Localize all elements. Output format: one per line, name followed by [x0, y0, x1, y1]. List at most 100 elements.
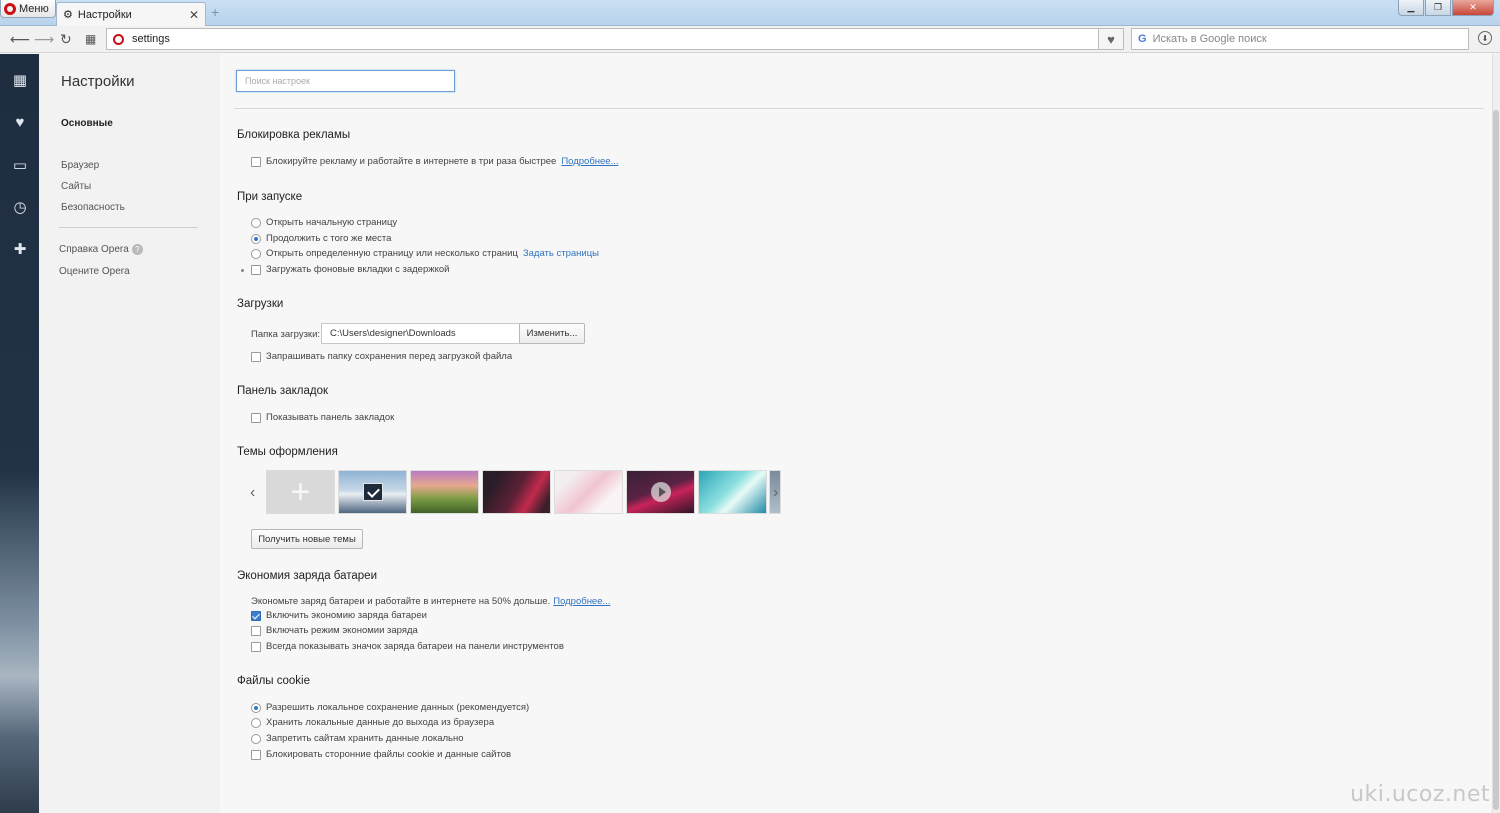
tab-settings[interactable]: ⚙ Настройки ✕ — [56, 2, 206, 26]
battery-mode-checkbox[interactable] — [251, 625, 261, 636]
battery-row-1: Включить экономию заряда батареи — [251, 610, 427, 621]
third-party-cookies-checkbox[interactable] — [251, 749, 261, 760]
themes-next-icon[interactable]: › — [773, 484, 778, 502]
battery-icon-label: Всегда показывать значок заряда батареи … — [266, 641, 564, 652]
adblock-label: Блокируйте рекламу и работайте в интерне… — [266, 156, 557, 167]
change-folder-button[interactable]: Изменить... — [519, 323, 585, 344]
cookies-label-block: Запретить сайтам хранить данные локально — [266, 733, 464, 744]
section-title-downloads: Загрузки — [237, 298, 284, 310]
get-themes-button[interactable]: Получить новые темы — [251, 529, 363, 549]
reload-icon[interactable]: ↻ — [60, 31, 72, 48]
extensions-puzzle-icon[interactable]: ✚ — [10, 240, 30, 260]
startup-row-4: Загружать фоновые вкладки с задержкой — [251, 264, 449, 275]
delay-tabs-label: Загружать фоновые вкладки с задержкой — [266, 264, 450, 275]
adblock-checkbox[interactable] — [251, 156, 261, 167]
scrollbar-thumb[interactable] — [1493, 110, 1499, 810]
nav-item-security[interactable]: Безопасность — [61, 202, 125, 213]
theme-thumb[interactable] — [482, 470, 551, 514]
delay-tabs-checkbox[interactable] — [251, 264, 261, 275]
bookmarks-bar-label: Показывать панель закладок — [266, 412, 395, 423]
theme-thumb-selected[interactable] — [338, 470, 407, 514]
help-label: Справка Opera — [59, 244, 129, 256]
devices-icon[interactable]: ▭ — [10, 156, 30, 176]
opera-page-icon — [113, 33, 124, 45]
speed-dial-sidebar-icon[interactable]: ▦ — [10, 71, 30, 91]
new-tab-button[interactable]: + — [211, 4, 219, 20]
set-pages-link[interactable]: Задать страницы — [523, 248, 599, 259]
settings-search-input[interactable]: Поиск настроек — [236, 70, 455, 92]
bookmark-heart-icon[interactable]: ♥ — [1099, 28, 1124, 50]
watermark: uki.ucoz.net — [1350, 782, 1490, 807]
adblock-row: Блокируйте рекламу и работайте в интерне… — [251, 156, 619, 167]
startup-radio-home[interactable] — [251, 217, 261, 228]
cookies-radio-session[interactable] — [251, 717, 261, 728]
question-icon: ? — [131, 244, 143, 255]
battery-more-link[interactable]: Подробнее... — [553, 596, 610, 607]
battery-mode-label: Включать режим экономии заряда — [266, 625, 418, 636]
section-title-themes: Темы оформления — [237, 446, 338, 458]
theme-thumb[interactable] — [698, 470, 767, 514]
theme-thumb[interactable] — [410, 470, 479, 514]
scrollbar[interactable] — [1492, 54, 1500, 813]
settings-search-placeholder: Поиск настроек — [245, 76, 310, 86]
speed-dial-icon[interactable]: ▦ — [85, 32, 96, 46]
nav-item-browser[interactable]: Браузер — [61, 160, 99, 171]
menu-label: Меню — [19, 2, 49, 15]
nav-divider — [59, 227, 198, 228]
startup-row-1: Открыть начальную страницу — [251, 217, 397, 228]
cookies-row-2: Хранить локальные данные до выхода из бр… — [251, 717, 494, 728]
bookmarks-heart-icon[interactable]: ♥ — [10, 113, 30, 133]
startup-radio-continue[interactable] — [251, 233, 261, 244]
cookies-radio-allow[interactable] — [251, 702, 261, 713]
download-folder-field[interactable]: C:\Users\designer\Downloads — [321, 323, 520, 344]
battery-desc: Экономьте заряд батареи и работайте в ин… — [251, 596, 551, 607]
sidebar: ▦ ♥ ▭ ◷ ✚ — [0, 54, 39, 813]
address-bar[interactable]: settings — [106, 28, 1099, 50]
cookies-radio-block[interactable] — [251, 733, 261, 744]
ask-folder-checkbox[interactable] — [251, 351, 261, 362]
theme-thumb-video[interactable] — [626, 470, 695, 514]
close-window-button[interactable]: ✕ — [1452, 0, 1494, 16]
cookies-row-1: Разрешить локальное сохранение данных (р… — [251, 702, 529, 713]
section-title-cookies: Файлы cookie — [237, 675, 310, 687]
section-title-startup: При запуске — [237, 191, 303, 203]
nav-item-rate[interactable]: Оцените Opera — [59, 266, 130, 277]
window-controls: ▁ ❐ ✕ — [1398, 0, 1494, 16]
selected-check-icon — [363, 483, 383, 501]
maximize-button[interactable]: ❐ — [1425, 0, 1451, 16]
cookies-row-3: Запретить сайтам хранить данные локально — [251, 733, 464, 744]
address-toolbar: ⟵ ⟶ ↻ ▦ settings ♥ G Искать в Google пои… — [0, 26, 1500, 53]
history-clock-icon[interactable]: ◷ — [10, 198, 30, 218]
cookies-row-4: Блокировать сторонние файлы cookie и дан… — [251, 749, 511, 760]
battery-row-3: Всегда показывать значок заряда батареи … — [251, 641, 564, 652]
battery-desc-row: Экономьте заряд батареи и работайте в ин… — [251, 596, 610, 607]
tab-close-icon[interactable]: ✕ — [189, 8, 199, 22]
adblock-more-link[interactable]: Подробнее... — [561, 156, 618, 167]
settings-content: Поиск настроек Блокировка рекламы Блокир… — [220, 54, 1492, 813]
download-icon[interactable]: ⬇ — [1478, 31, 1492, 45]
add-theme-tile[interactable]: + — [266, 470, 335, 514]
bookmarks-bar-row: Показывать панель закладок — [251, 412, 394, 423]
search-divider — [234, 108, 1484, 109]
battery-saver-checkbox[interactable] — [251, 610, 261, 621]
battery-row-2: Включать режим экономии заряда — [251, 625, 418, 636]
bookmarks-bar-checkbox[interactable] — [251, 412, 261, 423]
back-icon[interactable]: ⟵ — [10, 31, 30, 48]
nav-item-help[interactable]: Справка Opera? — [59, 244, 143, 255]
themes-prev-icon[interactable]: ‹ — [250, 484, 255, 502]
title-bar: Меню ⚙ Настройки ✕ + ▼ ▁ ❐ ✕ — [0, 0, 1500, 26]
nav-item-basic[interactable]: Основные — [61, 118, 113, 129]
opera-menu-button[interactable]: Меню — [0, 0, 56, 18]
battery-icon-checkbox[interactable] — [251, 641, 261, 652]
startup-radio-pages[interactable] — [251, 248, 261, 259]
theme-thumb[interactable] — [554, 470, 623, 514]
google-icon: G — [1138, 33, 1147, 45]
nav-item-sites[interactable]: Сайты — [61, 181, 91, 192]
startup-label-pages: Открыть определенную страницу или нескол… — [266, 248, 518, 259]
forward-icon[interactable]: ⟶ — [34, 31, 54, 48]
nav-title: Настройки — [61, 73, 135, 90]
section-title-bookmarks: Панель закладок — [237, 385, 328, 397]
search-field[interactable]: G Искать в Google поиск — [1131, 28, 1469, 50]
minimize-button[interactable]: ▁ — [1398, 0, 1424, 16]
ask-folder-label: Запрашивать папку сохранения перед загру… — [266, 351, 513, 362]
